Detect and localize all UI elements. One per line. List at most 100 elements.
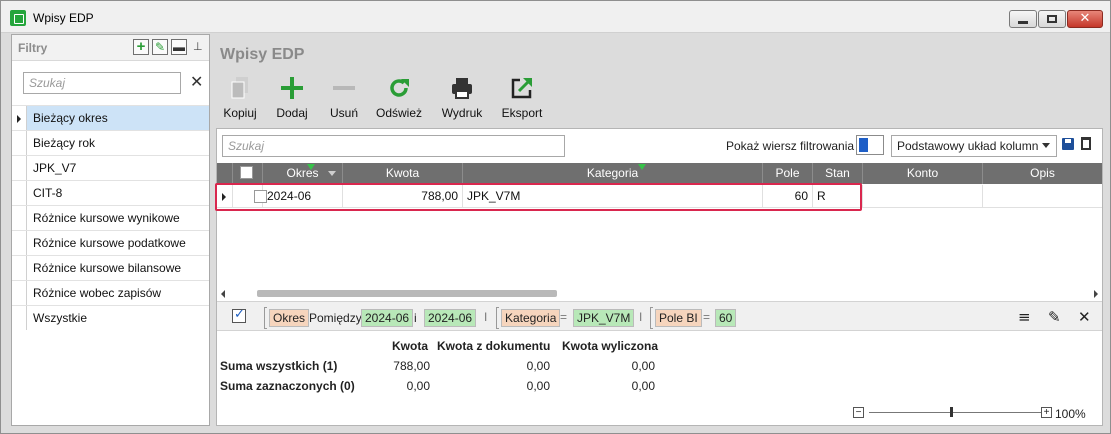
print-button[interactable]: Wydruk — [439, 75, 485, 123]
cell-okres[interactable]: 2024-06 — [263, 185, 343, 208]
trash-icon: ▬ — [173, 40, 185, 54]
select-all-checkbox[interactable] — [240, 166, 253, 179]
export-label: Eksport — [501, 106, 543, 120]
pin-icon[interactable]: ⊥ — [193, 40, 203, 53]
cell-kategoria[interactable]: JPK_V7M — [463, 185, 763, 208]
active-filter-bar: Okres Pomiędzy 2024-06 i 2024-06 I Kateg… — [217, 301, 1102, 331]
zoom-slider-thumb[interactable] — [950, 407, 953, 417]
page-title: Wpisy EDP — [220, 46, 305, 63]
filter-operator[interactable]: Pomiędzy — [309, 310, 362, 328]
column-pole-label: Pole — [775, 166, 800, 180]
close-window-button[interactable]: ✕ — [1067, 10, 1103, 28]
filter-list: Bieżący okres Bieżący rok JPK_V7 CIT-8 R… — [12, 105, 209, 330]
show-filter-row-toggle[interactable] — [856, 135, 884, 155]
delete-filter-button[interactable]: ▬ — [171, 39, 187, 55]
save-icon[interactable] — [1062, 138, 1074, 150]
filter-item-wszystkie[interactable]: Wszystkie — [12, 305, 209, 330]
column-kwota[interactable]: Kwota — [343, 163, 463, 184]
column-layout-value: Podstawowy układ kolumn — [897, 139, 1039, 153]
column-kategoria-label: Kategoria — [586, 166, 639, 180]
edit-filter-icon[interactable]: ✎ — [1048, 308, 1061, 326]
add-filter-button[interactable]: + — [133, 39, 149, 55]
cell-konto[interactable] — [863, 185, 983, 208]
refresh-button[interactable]: Odśwież — [374, 75, 424, 123]
scroll-left-icon[interactable] — [221, 290, 225, 298]
zoom-control: − + 100% — [853, 406, 1103, 422]
grid-panel: Szukaj Pokaż wiersz filtrowania Podstawo… — [215, 128, 1103, 426]
cell-kwota[interactable]: 788,00 — [343, 185, 463, 208]
filter-item-roznice-podatkowe[interactable]: Różnice kursowe podatkowe — [12, 230, 209, 255]
filter-value-to[interactable]: 2024-06 — [424, 309, 477, 327]
filter-enabled-checkbox[interactable] — [232, 307, 246, 323]
filter-list-icon[interactable]: ≡ — [1018, 308, 1031, 326]
close-icon: ✕ — [1079, 11, 1091, 26]
scroll-right-icon[interactable] — [1094, 290, 1098, 298]
filter-value-from[interactable]: 2024-06 — [361, 309, 414, 327]
zoom-slider[interactable] — [869, 412, 1041, 413]
column-opis[interactable]: Opis — [983, 163, 1102, 184]
plus-icon: + — [136, 38, 146, 55]
column-kwota-label: Kwota — [385, 166, 420, 180]
column-pole[interactable]: Pole — [763, 163, 813, 184]
filter-value-pole[interactable]: 60 — [715, 309, 737, 327]
zoom-in-button[interactable]: + — [1041, 407, 1052, 418]
cell-pole[interactable]: 60 — [763, 185, 813, 208]
filter-field-kategoria[interactable]: Kategoria — [501, 309, 561, 327]
table-row[interactable]: 2024-06 788,00 JPK_V7M 60 R — [217, 185, 1102, 208]
plus-icon — [272, 75, 312, 101]
column-stan-label: Stan — [825, 166, 850, 180]
title-bar: Wpisy EDP ✕ — [1, 1, 1110, 33]
column-opis-label: Opis — [1030, 166, 1055, 180]
export-button[interactable]: Eksport — [500, 75, 544, 123]
printer-icon — [439, 75, 485, 101]
filter-item-biezacy-okres[interactable]: Bieżący okres — [12, 105, 209, 130]
add-button[interactable]: Dodaj — [272, 75, 312, 123]
sort-arrow-icon — [328, 171, 336, 176]
totals-value: 0,00 — [631, 359, 655, 373]
filter-item-roznice-bilansowe[interactable]: Różnice kursowe bilansowe — [12, 255, 209, 280]
remove-label: Usuń — [329, 106, 358, 120]
column-kategoria[interactable]: Kategoria — [463, 163, 763, 184]
filter-item-jpk-v7[interactable]: JPK_V7 — [12, 155, 209, 180]
filter-search-input[interactable]: Szukaj — [23, 72, 181, 94]
clear-filter-icon[interactable]: ✕ — [1078, 308, 1091, 326]
horizontal-scrollbar[interactable] — [217, 289, 1102, 299]
minimize-button[interactable] — [1009, 10, 1037, 28]
filter-item-roznice-wynikowe[interactable]: Różnice kursowe wynikowe — [12, 205, 209, 230]
filter-field-pole[interactable]: Pole BI — [655, 309, 702, 327]
maximize-button[interactable] — [1038, 10, 1066, 28]
column-konto[interactable]: Konto — [863, 163, 983, 184]
column-stan[interactable]: Stan — [813, 163, 863, 184]
column-layout-select[interactable]: Podstawowy układ kolumn — [891, 135, 1057, 157]
filter-item-label: Różnice kursowe bilansowe — [33, 261, 182, 275]
app-window: Wpisy EDP ✕ Filtry + ✎ ▬ ⊥ Szukaj ✕ Bież… — [0, 0, 1111, 434]
maximize-icon — [1047, 15, 1057, 23]
zoom-out-button[interactable]: − — [853, 407, 864, 418]
remove-button[interactable]: Usuń — [324, 75, 364, 123]
edit-filter-button[interactable]: ✎ — [152, 39, 168, 55]
filter-and-label: i — [414, 311, 417, 325]
filter-item-label: JPK_V7 — [33, 161, 77, 175]
filter-item-biezacy-rok[interactable]: Bieżący rok — [12, 130, 209, 155]
filter-item-label: Różnice kursowe wynikowe — [33, 211, 180, 225]
clear-search-icon[interactable]: ✕ — [190, 72, 203, 91]
refresh-label: Odśwież — [375, 106, 422, 120]
scrollbar-thumb[interactable] — [257, 290, 557, 297]
totals-row-label: Suma wszystkich (1) — [220, 359, 338, 373]
filter-item-cit-8[interactable]: CIT-8 — [12, 180, 209, 205]
filter-item-label: CIT-8 — [33, 186, 63, 200]
filter-item-roznice-zapisow[interactable]: Różnice wobec zapisów — [12, 280, 209, 305]
column-konto-label: Konto — [906, 166, 939, 180]
trash-icon[interactable] — [1081, 137, 1091, 150]
filter-value-kategoria[interactable]: JPK_V7M — [573, 309, 635, 327]
cell-opis[interactable] — [983, 185, 1102, 208]
filter-field-okres[interactable]: Okres — [269, 309, 310, 327]
copy-button[interactable]: Kopiuj — [220, 75, 260, 123]
column-okres[interactable]: Okres — [263, 163, 343, 184]
grid-search-input[interactable]: Szukaj — [222, 135, 565, 157]
cell-stan[interactable]: R — [813, 185, 863, 208]
header-select-all[interactable] — [233, 163, 263, 184]
export-icon — [500, 75, 544, 101]
current-row-icon — [222, 193, 226, 201]
totals-value: 0,00 — [631, 379, 655, 393]
